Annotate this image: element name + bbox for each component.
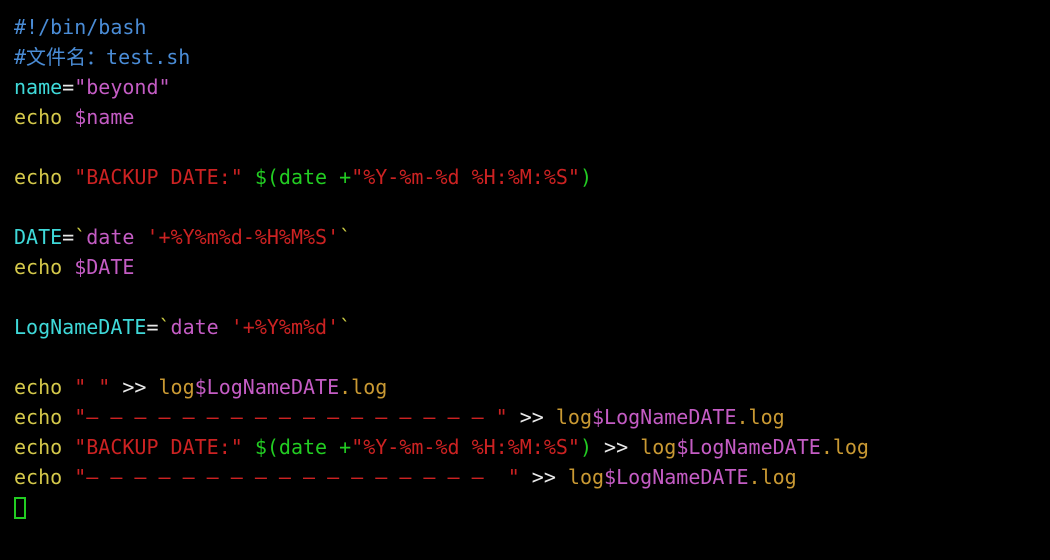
echo-cmd: echo [14, 375, 62, 399]
code-line-1: #!/bin/bash [14, 12, 1036, 42]
quote: " [508, 465, 520, 489]
cursor-icon [14, 497, 26, 519]
blank-line [14, 132, 1036, 162]
date-cmd: date [279, 165, 339, 189]
filename-prefix: log [556, 405, 592, 429]
equals: = [146, 315, 158, 339]
var-name: name [14, 75, 62, 99]
code-line-8: DATE=`date '+%Y%m%d-%H%M%S'` [14, 222, 1036, 252]
shebang: #!/bin/bash [14, 15, 146, 39]
dashes: — — — — — — — — — — — — — — — — — [86, 465, 507, 489]
code-line-16: echo "— — — — — — — — — — — — — — — — — … [14, 462, 1036, 492]
code-line-9: echo $DATE [14, 252, 1036, 282]
var-name: DATE [14, 225, 62, 249]
format-string: '+%Y%m%d' [231, 315, 339, 339]
comment: #文件名：test.sh [14, 45, 190, 69]
blank-line [14, 192, 1036, 222]
code-line-15: echo "BACKUP DATE:" $(date +"%Y-%m-%d %H… [14, 432, 1036, 462]
code-line-13: echo " " >> log$LogNameDATE.log [14, 372, 1036, 402]
variable: $LogNameDATE [676, 435, 821, 459]
code-editor[interactable]: #!/bin/bash#文件名：test.shname="beyond"echo… [14, 12, 1036, 522]
code-line-11: LogNameDATE=`date '+%Y%m%d'` [14, 312, 1036, 342]
string: "BACKUP DATE:" [62, 165, 243, 189]
string: "beyond" [74, 75, 170, 99]
plus: + [339, 435, 351, 459]
echo-cmd: echo [14, 405, 62, 429]
format-string: '+%Y%m%d-%H%M%S' [146, 225, 339, 249]
format-string: "%Y-%m-%d %H:%M:%S" [351, 165, 580, 189]
filename-ext: .log [737, 405, 785, 429]
echo-cmd: echo [14, 165, 62, 189]
code-line-3: name="beyond" [14, 72, 1036, 102]
redirect: >> [110, 375, 158, 399]
variable: $LogNameDATE [604, 465, 749, 489]
filename-prefix: log [159, 375, 195, 399]
echo-cmd: echo [14, 255, 62, 279]
subshell-open: $( [243, 165, 279, 189]
quote: " [62, 465, 86, 489]
echo-cmd: echo [14, 465, 62, 489]
filename-prefix: log [568, 465, 604, 489]
backtick: ` [74, 225, 86, 249]
blank-line [14, 342, 1036, 372]
cursor-line [14, 492, 1036, 522]
var-name: LogNameDATE [14, 315, 146, 339]
format-string: "%Y-%m-%d %H:%M:%S" [351, 435, 580, 459]
quote: " [62, 405, 86, 429]
filename-ext: .log [749, 465, 797, 489]
backtick: ` [159, 315, 171, 339]
echo-cmd: echo [14, 105, 62, 129]
variable: $DATE [62, 255, 134, 279]
dashes: — — — — — — — — — — — — — — — — — [86, 405, 495, 429]
code-line-6: echo "BACKUP DATE:" $(date +"%Y-%m-%d %H… [14, 162, 1036, 192]
redirect: >> [592, 435, 640, 459]
blank-line [14, 282, 1036, 312]
code-line-14: echo "— — — — — — — — — — — — — — — — — … [14, 402, 1036, 432]
subshell-open: $( [243, 435, 279, 459]
code-line-4: echo $name [14, 102, 1036, 132]
string: " " [62, 375, 110, 399]
date-cmd: date [86, 225, 146, 249]
subshell-close: ) [580, 165, 592, 189]
redirect: >> [520, 465, 568, 489]
subshell-close: ) [580, 435, 592, 459]
string: "BACKUP DATE:" [62, 435, 243, 459]
date-cmd: date [279, 435, 339, 459]
equals: = [62, 75, 74, 99]
variable: $name [62, 105, 134, 129]
variable: $LogNameDATE [592, 405, 737, 429]
backtick: ` [339, 225, 351, 249]
plus: + [339, 165, 351, 189]
code-line-2: #文件名：test.sh [14, 42, 1036, 72]
quote: " [496, 405, 508, 429]
backtick: ` [339, 315, 351, 339]
filename-ext: .log [821, 435, 869, 459]
variable: $LogNameDATE [195, 375, 340, 399]
filename-ext: .log [339, 375, 387, 399]
echo-cmd: echo [14, 435, 62, 459]
redirect: >> [508, 405, 556, 429]
equals: = [62, 225, 74, 249]
filename-prefix: log [640, 435, 676, 459]
date-cmd: date [171, 315, 231, 339]
